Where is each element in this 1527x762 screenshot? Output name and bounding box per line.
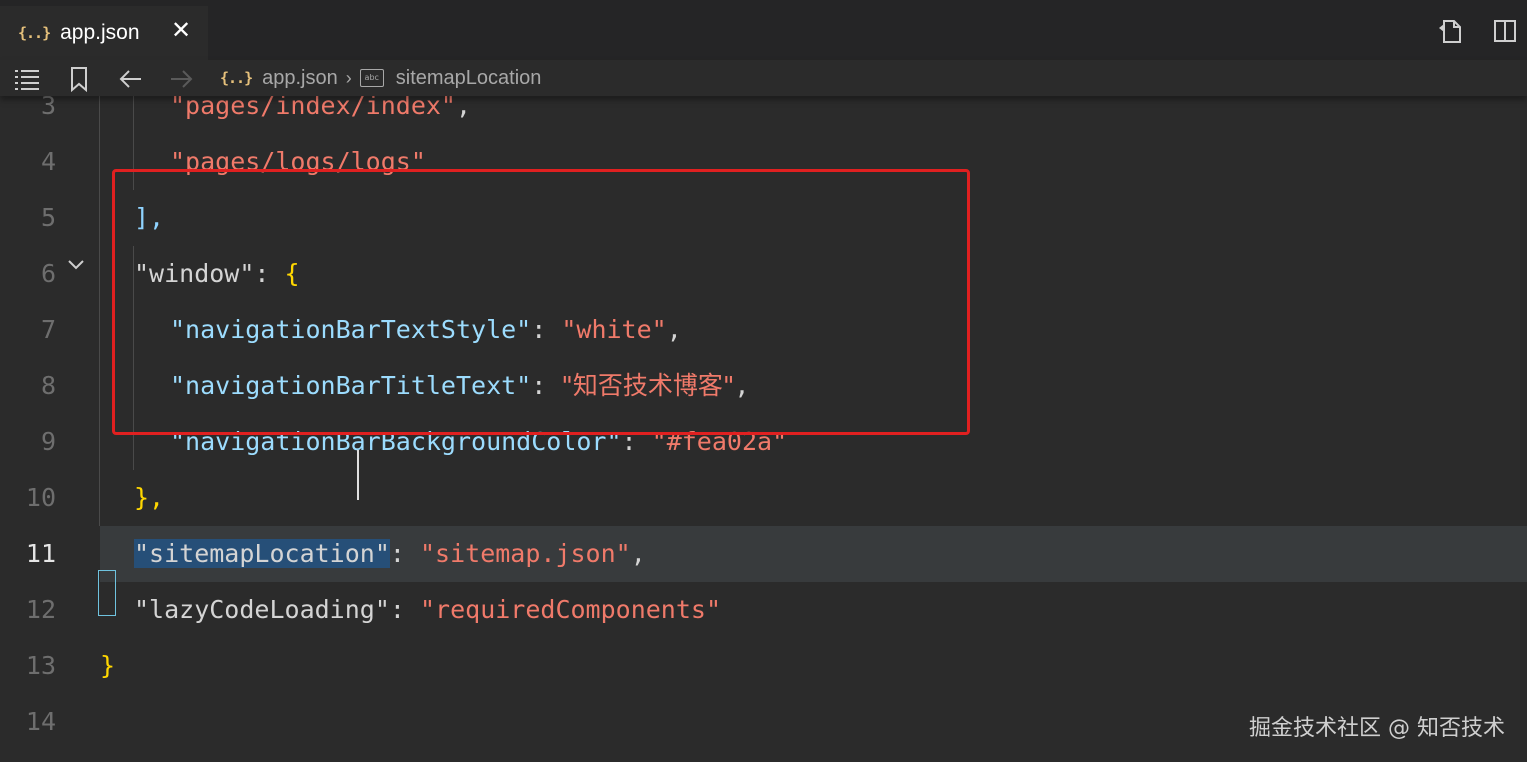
code-token: "lazyCodeLoading" bbox=[134, 595, 390, 624]
line-number: 7 bbox=[40, 315, 56, 344]
tab-label: app.json bbox=[60, 21, 140, 44]
code-text: } bbox=[100, 638, 115, 694]
line-number: 14 bbox=[25, 707, 56, 736]
close-icon[interactable]: ✕ bbox=[168, 17, 194, 43]
bracket-match-highlight bbox=[98, 570, 116, 616]
breadcrumb-file[interactable]: app.json bbox=[262, 67, 338, 90]
code-line[interactable]: 11 "sitemapLocation": "sitemap.json", bbox=[26, 526, 1527, 582]
breadcrumb-bar: {..} app.json › abc sitemapLocation bbox=[0, 60, 1527, 96]
line-number: 9 bbox=[40, 427, 56, 456]
line-number: 12 bbox=[25, 595, 56, 624]
code-token: } bbox=[100, 651, 116, 680]
text-cursor bbox=[357, 450, 359, 500]
code-token: : bbox=[389, 539, 420, 568]
code-text: "lazyCodeLoading": "requiredComponents" bbox=[134, 582, 721, 638]
code-token: , bbox=[630, 539, 646, 568]
code-token: "requiredComponents" bbox=[419, 595, 722, 624]
string-symbol-icon: abc bbox=[359, 69, 384, 87]
watermark: 掘金技术社区 @ 知否技术 bbox=[1249, 716, 1505, 741]
chevron-down-icon[interactable] bbox=[64, 252, 88, 276]
code-text: "sitemapLocation": "sitemap.json", bbox=[134, 526, 646, 582]
tab-app-json[interactable]: {..} app.json ✕ bbox=[0, 6, 208, 60]
open-changes-icon[interactable] bbox=[1436, 16, 1466, 46]
split-editor-icon[interactable] bbox=[1490, 16, 1520, 46]
code-text: }, bbox=[134, 470, 164, 526]
line-number: 13 bbox=[25, 651, 56, 680]
outline-list-icon[interactable] bbox=[12, 64, 42, 94]
code-token: "sitemap.json" bbox=[419, 539, 631, 568]
code-line[interactable]: 13} bbox=[0, 638, 1527, 694]
line-number: 4 bbox=[40, 147, 56, 176]
code-token: }, bbox=[134, 483, 165, 512]
json-file-icon: {..} bbox=[220, 69, 253, 87]
chevron-right-icon: › bbox=[345, 67, 352, 88]
code-line[interactable]: 10}, bbox=[0, 470, 1527, 526]
line-number: 5 bbox=[40, 203, 56, 232]
highlight-box bbox=[112, 169, 970, 435]
breadcrumb: {..} app.json › abc sitemapLocation bbox=[220, 60, 541, 96]
json-file-icon: {..} bbox=[18, 24, 51, 42]
bookmark-icon[interactable] bbox=[64, 64, 94, 94]
line-number: 8 bbox=[40, 371, 56, 400]
tab-bar: {..} app.json ✕ bbox=[0, 0, 1527, 60]
code-line[interactable]: 12 "lazyCodeLoading": "requiredComponents… bbox=[0, 582, 1527, 638]
line-number: 11 bbox=[25, 539, 56, 568]
code-token: "sitemapLocation" bbox=[134, 539, 390, 568]
back-arrow-icon[interactable] bbox=[116, 64, 146, 94]
breadcrumb-symbol[interactable]: sitemapLocation bbox=[396, 67, 542, 90]
code-token: : bbox=[389, 595, 420, 624]
line-number: 10 bbox=[25, 483, 56, 512]
line-number: 6 bbox=[40, 259, 56, 288]
forward-arrow-icon[interactable] bbox=[166, 64, 196, 94]
indent-guide bbox=[99, 78, 100, 526]
